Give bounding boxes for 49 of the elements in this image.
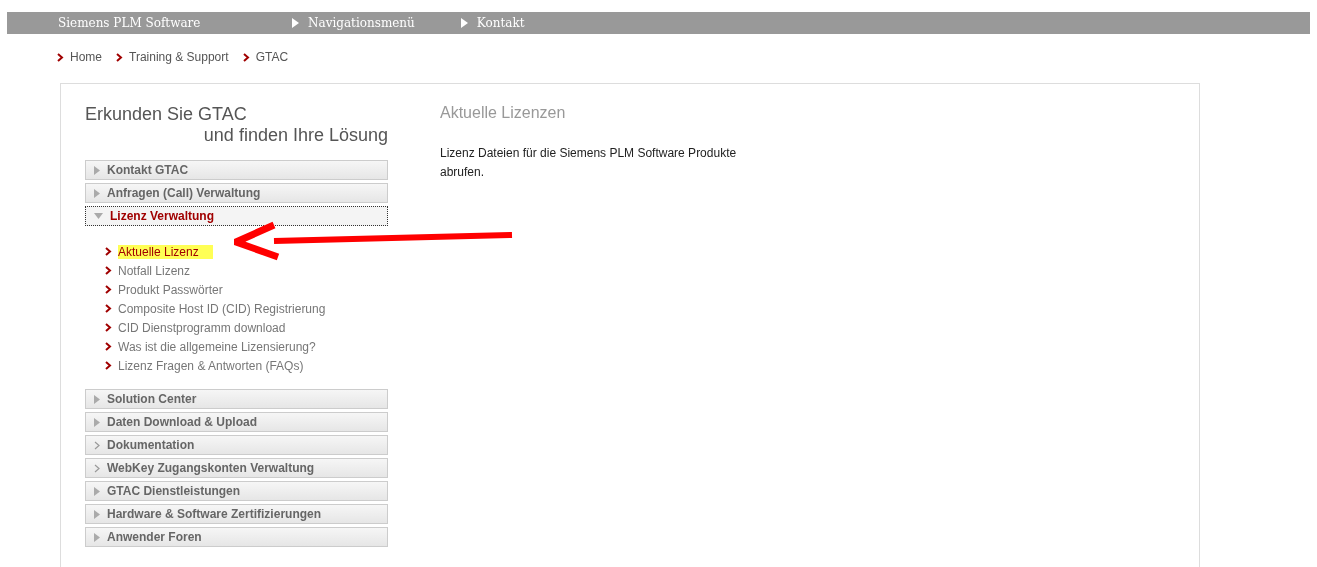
- breadcrumb-link[interactable]: Home: [70, 50, 102, 64]
- triangle-down-icon: [94, 213, 103, 219]
- nav-link[interactable]: Kontakt: [460, 16, 525, 30]
- submenu-link[interactable]: Notfall Lizenz: [118, 263, 191, 278]
- accordion-header[interactable]: Hardware & Software Zertifizierungen: [85, 504, 388, 524]
- accordion-header[interactable]: WebKey Zugangskonten Verwaltung: [85, 458, 388, 478]
- submenu-link[interactable]: Composite Host ID (CID) Registrierung: [118, 301, 326, 316]
- chevron-icon: [105, 342, 112, 351]
- chevron-icon: [105, 304, 112, 313]
- chevron-icon: [242, 52, 250, 62]
- chevron-icon: [105, 266, 112, 275]
- triangle-right-icon: [94, 188, 100, 198]
- accordion-header[interactable]: Anfragen (Call) Verwaltung: [85, 183, 388, 203]
- triangle-right-icon: [94, 417, 100, 427]
- chevron-icon: [105, 361, 112, 370]
- brand-name[interactable]: Siemens PLM Software: [58, 16, 292, 30]
- nav-link[interactable]: Navigationsmenü: [292, 16, 415, 30]
- sidebar-title: Erkunden Sie GTAC: [85, 104, 248, 125]
- submenu-link[interactable]: Aktuelle Lizenz: [118, 244, 213, 259]
- chevron-icon: [57, 52, 64, 62]
- sidebar-subtitle: und finden Ihre Lösung: [202, 125, 388, 146]
- triangle-right-icon: [292, 18, 299, 28]
- submenu-link[interactable]: CID Dienstprogramm download: [118, 320, 286, 335]
- chevron-icon: [105, 247, 112, 256]
- submenu-link[interactable]: Was ist die allgemeine Lizensierung?: [118, 339, 316, 354]
- accordion-header[interactable]: GTAC Dienstleistungen: [85, 481, 388, 501]
- content-text: Lizenz Dateien für die Siemens PLM Software Produkte abrufen.: [440, 145, 738, 181]
- accordion-header[interactable]: Daten Download & Upload: [85, 412, 388, 432]
- content-heading: Aktuelle Lizenzen: [440, 104, 567, 122]
- triangle-right-icon: [94, 532, 100, 542]
- accordion-header[interactable]: Lizenz Verwaltung: [85, 206, 388, 226]
- breadcrumb-link[interactable]: GTAC: [255, 50, 289, 64]
- chevron-icon: [105, 285, 112, 294]
- triangle-right-icon: [94, 486, 100, 496]
- accordion-header[interactable]: Anwender Foren: [85, 527, 388, 547]
- triangle-right-icon: [94, 509, 100, 519]
- breadcrumb-link[interactable]: Training & Support: [129, 50, 229, 64]
- submenu-link[interactable]: Produkt Passwörter: [118, 282, 223, 297]
- triangle-right-icon: [94, 165, 100, 175]
- chevron-icon: [105, 323, 112, 332]
- chevron-icon: [116, 52, 123, 62]
- accordion-header[interactable]: Kontakt GTAC: [85, 160, 388, 180]
- submenu-link[interactable]: Lizenz Fragen & Antworten (FAQs): [118, 358, 304, 373]
- triangle-right-icon: [460, 18, 468, 28]
- accordion-header[interactable]: Solution Center: [85, 389, 388, 409]
- accordion-header[interactable]: Dokumentation: [85, 435, 388, 455]
- chevron-icon: [94, 463, 100, 473]
- chevron-icon: [94, 440, 100, 450]
- triangle-right-icon: [94, 394, 100, 404]
